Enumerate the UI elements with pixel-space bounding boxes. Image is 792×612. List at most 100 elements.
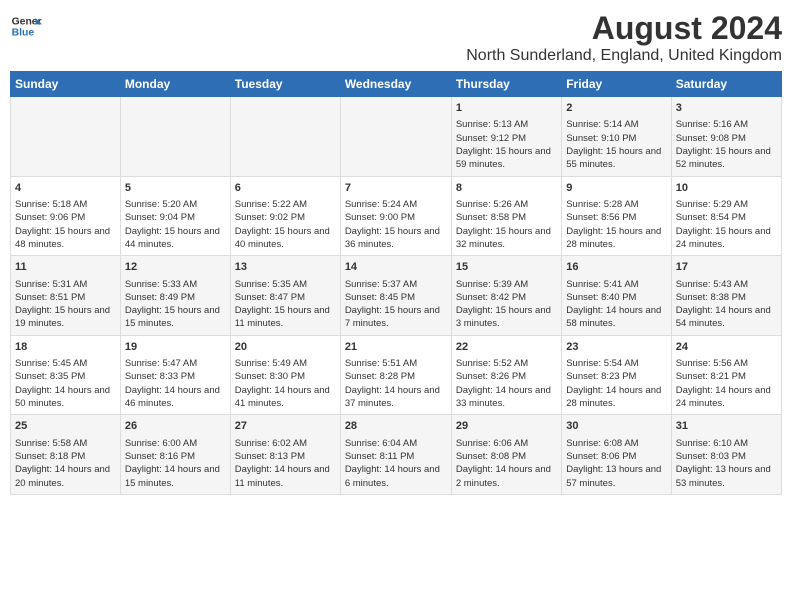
day-info: Sunset: 8:51 PM xyxy=(15,291,116,304)
weekday-header-saturday: Saturday xyxy=(671,72,781,97)
day-info: Sunrise: 5:26 AM xyxy=(456,198,557,211)
logo-icon: General Blue xyxy=(10,10,42,42)
calendar-cell: 28Sunrise: 6:04 AMSunset: 8:11 PMDayligh… xyxy=(340,415,451,495)
day-info: Sunrise: 6:10 AM xyxy=(676,437,777,450)
day-number: 10 xyxy=(676,181,777,196)
calendar-cell: 3Sunrise: 5:16 AMSunset: 9:08 PMDaylight… xyxy=(671,97,781,177)
day-number: 6 xyxy=(235,181,336,196)
week-row-5: 25Sunrise: 5:58 AMSunset: 8:18 PMDayligh… xyxy=(11,415,782,495)
day-info: Daylight: 15 hours and 55 minutes. xyxy=(566,145,666,172)
day-info: Sunset: 9:08 PM xyxy=(676,132,777,145)
day-info: Sunset: 8:56 PM xyxy=(566,211,666,224)
day-info: Sunrise: 5:54 AM xyxy=(566,357,666,370)
day-info: Daylight: 15 hours and 32 minutes. xyxy=(456,225,557,252)
day-number: 17 xyxy=(676,260,777,275)
day-info: Sunset: 8:42 PM xyxy=(456,291,557,304)
weekday-header-friday: Friday xyxy=(562,72,671,97)
day-info: Daylight: 15 hours and 24 minutes. xyxy=(676,225,777,252)
day-info: Daylight: 15 hours and 52 minutes. xyxy=(676,145,777,172)
day-info: Sunset: 8:13 PM xyxy=(235,450,336,463)
day-info: Sunset: 8:03 PM xyxy=(676,450,777,463)
day-info: Sunset: 8:40 PM xyxy=(566,291,666,304)
day-info: Sunset: 8:35 PM xyxy=(15,370,116,383)
day-number: 30 xyxy=(566,419,666,434)
day-info: Daylight: 14 hours and 24 minutes. xyxy=(676,384,777,411)
day-number: 28 xyxy=(345,419,447,434)
sub-title: North Sunderland, England, United Kingdo… xyxy=(466,47,782,65)
day-info: Sunset: 8:47 PM xyxy=(235,291,336,304)
day-info: Sunrise: 5:14 AM xyxy=(566,118,666,131)
day-info: Daylight: 14 hours and 6 minutes. xyxy=(345,463,447,490)
day-info: Sunset: 8:23 PM xyxy=(566,370,666,383)
day-number: 4 xyxy=(15,181,116,196)
calendar-cell: 19Sunrise: 5:47 AMSunset: 8:33 PMDayligh… xyxy=(120,335,230,415)
day-info: Sunset: 9:10 PM xyxy=(566,132,666,145)
day-number: 12 xyxy=(125,260,226,275)
calendar-cell: 7Sunrise: 5:24 AMSunset: 9:00 PMDaylight… xyxy=(340,176,451,256)
day-info: Sunrise: 5:28 AM xyxy=(566,198,666,211)
calendar-cell: 11Sunrise: 5:31 AMSunset: 8:51 PMDayligh… xyxy=(11,256,121,336)
weekday-header-thursday: Thursday xyxy=(451,72,561,97)
svg-text:Blue: Blue xyxy=(12,28,35,39)
calendar-cell: 5Sunrise: 5:20 AMSunset: 9:04 PMDaylight… xyxy=(120,176,230,256)
day-info: Sunrise: 5:43 AM xyxy=(676,278,777,291)
day-number: 25 xyxy=(15,419,116,434)
day-number: 8 xyxy=(456,181,557,196)
day-info: Daylight: 14 hours and 33 minutes. xyxy=(456,384,557,411)
day-number: 3 xyxy=(676,101,777,116)
logo: General Blue xyxy=(10,10,42,42)
day-info: Sunset: 8:21 PM xyxy=(676,370,777,383)
day-info: Daylight: 14 hours and 28 minutes. xyxy=(566,384,666,411)
day-number: 26 xyxy=(125,419,226,434)
day-info: Sunset: 8:58 PM xyxy=(456,211,557,224)
day-info: Sunset: 8:38 PM xyxy=(676,291,777,304)
day-number: 21 xyxy=(345,340,447,355)
calendar-cell: 22Sunrise: 5:52 AMSunset: 8:26 PMDayligh… xyxy=(451,335,561,415)
day-info: Daylight: 14 hours and 58 minutes. xyxy=(566,304,666,331)
weekday-header-sunday: Sunday xyxy=(11,72,121,97)
calendar-cell: 10Sunrise: 5:29 AMSunset: 8:54 PMDayligh… xyxy=(671,176,781,256)
day-info: Sunrise: 5:18 AM xyxy=(15,198,116,211)
calendar-cell: 12Sunrise: 5:33 AMSunset: 8:49 PMDayligh… xyxy=(120,256,230,336)
day-info: Sunset: 8:49 PM xyxy=(125,291,226,304)
calendar-cell: 18Sunrise: 5:45 AMSunset: 8:35 PMDayligh… xyxy=(11,335,121,415)
week-row-1: 1Sunrise: 5:13 AMSunset: 9:12 PMDaylight… xyxy=(11,97,782,177)
day-info: Sunset: 8:54 PM xyxy=(676,211,777,224)
calendar-cell: 4 Sunrise: 5:18 AMSunset: 9:06 PMDaylight… xyxy=(11,176,121,256)
calendar-cell: 1Sunrise: 5:13 AMSunset: 9:12 PMDaylight… xyxy=(451,97,561,177)
day-info: Sunrise: 6:08 AM xyxy=(566,437,666,450)
day-info: Sunrise: 5:39 AM xyxy=(456,278,557,291)
day-info: Sunrise: 5:20 AM xyxy=(125,198,226,211)
day-info: Sunset: 9:06 PM xyxy=(15,211,116,224)
day-info: Sunrise: 5:51 AM xyxy=(345,357,447,370)
day-info: Sunrise: 5:52 AM xyxy=(456,357,557,370)
day-number: 29 xyxy=(456,419,557,434)
calendar-cell: 15Sunrise: 5:39 AMSunset: 8:42 PMDayligh… xyxy=(451,256,561,336)
calendar-cell: 2 Sunrise: 5:14 AMSunset: 9:10 PMDaylight… xyxy=(562,97,671,177)
calendar-cell xyxy=(11,97,121,177)
day-info: Daylight: 15 hours and 48 minutes. xyxy=(15,225,116,252)
day-info: Sunrise: 6:00 AM xyxy=(125,437,226,450)
day-info: Daylight: 14 hours and 37 minutes. xyxy=(345,384,447,411)
day-info: Sunset: 9:12 PM xyxy=(456,132,557,145)
main-title: August 2024 xyxy=(466,10,782,47)
day-number: 16 xyxy=(566,260,666,275)
weekday-header-tuesday: Tuesday xyxy=(230,72,340,97)
day-info: Daylight: 15 hours and 36 minutes. xyxy=(345,225,447,252)
day-number: 15 xyxy=(456,260,557,275)
page-header: General Blue August 2024 North Sunderlan… xyxy=(10,10,782,65)
day-info: Sunrise: 6:02 AM xyxy=(235,437,336,450)
calendar-cell: 30Sunrise: 6:08 AMSunset: 8:06 PMDayligh… xyxy=(562,415,671,495)
calendar-cell: 21Sunrise: 5:51 AMSunset: 8:28 PMDayligh… xyxy=(340,335,451,415)
calendar-cell: 31Sunrise: 6:10 AMSunset: 8:03 PMDayligh… xyxy=(671,415,781,495)
day-info: Sunset: 8:18 PM xyxy=(15,450,116,463)
calendar-cell: 29Sunrise: 6:06 AMSunset: 8:08 PMDayligh… xyxy=(451,415,561,495)
day-number: 2 xyxy=(566,101,666,116)
weekday-header-monday: Monday xyxy=(120,72,230,97)
day-info: Daylight: 14 hours and 41 minutes. xyxy=(235,384,336,411)
day-info: Daylight: 13 hours and 53 minutes. xyxy=(676,463,777,490)
day-info: Sunset: 8:33 PM xyxy=(125,370,226,383)
day-number: 27 xyxy=(235,419,336,434)
day-info: Sunset: 8:08 PM xyxy=(456,450,557,463)
day-info: Sunrise: 5:24 AM xyxy=(345,198,447,211)
